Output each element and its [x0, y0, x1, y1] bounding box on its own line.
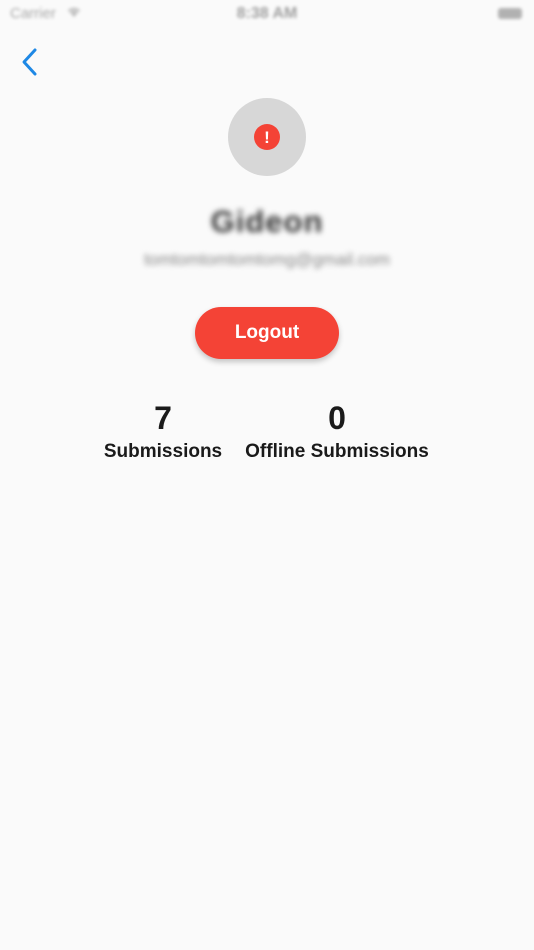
user-email: tomtomtomtomtomg@gmail.com: [144, 250, 390, 269]
logout-button[interactable]: Logout: [195, 307, 339, 359]
offline-submissions-stat: 0 Offline Submissions: [240, 398, 434, 466]
submissions-stat: 7 Submissions: [96, 398, 230, 466]
offline-submissions-label: Offline Submissions: [245, 441, 429, 462]
user-name: Gideon: [210, 204, 324, 239]
submissions-label: Submissions: [103, 441, 223, 462]
status-bar: Carrier 8:38 AM: [0, 0, 534, 28]
alert-icon: !: [254, 124, 280, 150]
offline-submissions-count: 0: [328, 400, 346, 436]
status-time: 8:38 AM: [236, 5, 298, 22]
submissions-count: 7: [154, 400, 172, 436]
battery-icon: [498, 8, 522, 19]
back-button[interactable]: [14, 44, 46, 80]
chevron-left-icon: [22, 48, 37, 76]
avatar: !: [228, 98, 306, 176]
